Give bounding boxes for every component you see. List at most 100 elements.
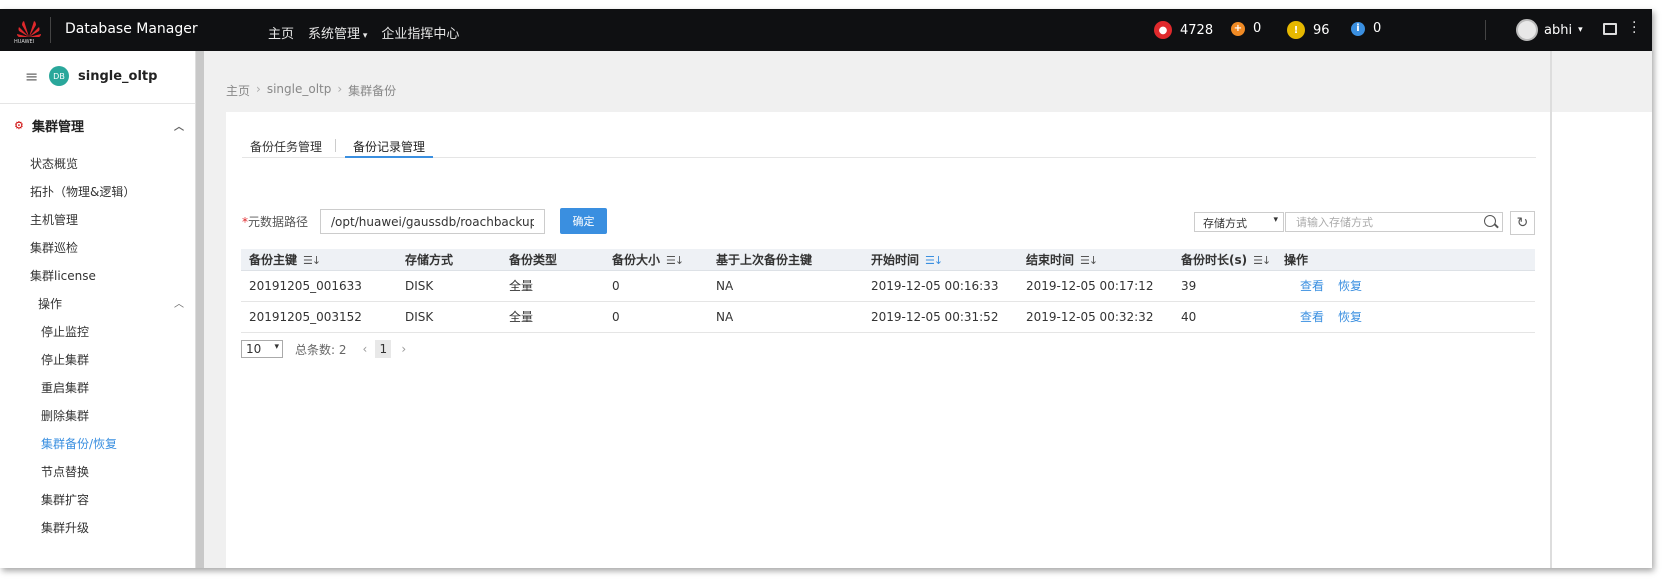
cell-duration: 40 [1181, 310, 1197, 324]
cell-backup-type: 全量 [509, 310, 534, 324]
cell-backup-size: 0 [612, 310, 620, 324]
sidebar-group-cluster-management[interactable]: ⚙ 集群管理 ︿ [14, 116, 184, 135]
sidebar-item-cluster-license[interactable]: 集群license [30, 267, 96, 284]
sort-icon[interactable]: ☰↓ [1253, 250, 1271, 272]
tab-backup-task-management[interactable]: 备份任务管理 [250, 138, 322, 155]
cell-backup-type: 全量 [509, 279, 534, 293]
cluster-icon: ⚙ [14, 119, 24, 132]
column-header-label: 结束时间 [1026, 253, 1075, 267]
cell-storage: DISK [405, 279, 434, 293]
restore-link[interactable]: 恢复 [1338, 310, 1362, 324]
breadcrumb-home[interactable]: 主页 [226, 82, 250, 99]
page-number[interactable]: 1 [375, 340, 392, 358]
top-bar: HUAWEI Database Manager 主页 系统管理 企业指挥中心 ●… [0, 9, 1652, 51]
view-link[interactable]: 查看 [1300, 310, 1324, 324]
storage-search-input[interactable] [1285, 212, 1503, 232]
metadata-path-label-text: 元数据路径 [248, 215, 309, 229]
menu-toggle-icon[interactable]: ≡ [25, 69, 38, 85]
major-alarm-count: 0 [1253, 21, 1262, 36]
sidebar-group-label: 集群管理 [32, 120, 85, 135]
storage-filter-select[interactable]: 存储方式 [1194, 212, 1284, 232]
column-header-actions: 操作 [1284, 253, 1309, 267]
tab-backup-record-management[interactable]: 备份记录管理 [344, 138, 434, 158]
critical-alarm-stat[interactable]: ● 4728 [1154, 21, 1213, 39]
monitor-icon[interactable] [1603, 23, 1617, 35]
top-nav: 主页 系统管理 企业指挥中心 [268, 23, 459, 42]
cell-start-time: 2019-12-05 00:31:52 [871, 310, 999, 324]
prev-page-icon[interactable]: ‹ [363, 342, 368, 356]
sidebar-item-restart-cluster[interactable]: 重启集群 [41, 379, 89, 396]
info-alarm-count: 0 [1373, 21, 1382, 36]
cell-backup-size: 0 [612, 279, 620, 293]
pagination: 10 总条数: 2 ‹ 1 › [241, 340, 406, 358]
search-icon[interactable] [1484, 215, 1496, 227]
more-menu-icon[interactable]: · · · [1632, 16, 1636, 40]
confirm-button[interactable]: 确定 [560, 208, 607, 234]
sort-icon[interactable]: ☰↓ [925, 250, 943, 272]
sidebar-ops-group[interactable]: 操作 ︿ [38, 295, 184, 312]
tab-bar: 备份任务管理 备份记录管理 [242, 112, 1536, 158]
cell-start-time: 2019-12-05 00:16:33 [871, 279, 999, 293]
cell-end-time: 2019-12-05 00:17:12 [1026, 279, 1154, 293]
nav-system-management[interactable]: 系统管理 [308, 23, 367, 42]
sidebar-item-cluster-expand[interactable]: 集群扩容 [41, 491, 89, 508]
table-header: 备份主键 ☰↓ 存储方式 备份类型 备份大小 ☰↓ 基于上次备份主键 开始时间 ☰↓ … [241, 249, 1535, 271]
column-header-backup-size[interactable]: 备份大小 ☰↓ [612, 249, 684, 272]
user-menu[interactable]: abhi ▾ [1516, 19, 1583, 41]
divider [1485, 20, 1486, 40]
breadcrumb-cluster[interactable]: single_oltp [267, 82, 332, 99]
next-page-icon[interactable]: › [401, 342, 406, 356]
tab-divider [335, 139, 336, 152]
sidebar-item-status-overview[interactable]: 状态概览 [30, 155, 78, 172]
sidebar-scrollbar[interactable] [196, 51, 204, 568]
critical-alarm-icon: ● [1154, 21, 1172, 39]
refresh-button[interactable]: ↻ [1510, 211, 1535, 235]
minor-alarm-stat[interactable]: ! 96 [1287, 21, 1330, 39]
sidebar-item-cluster-upgrade[interactable]: 集群升级 [41, 519, 89, 536]
cluster-name: single_oltp [78, 69, 158, 84]
sidebar-item-stop-monitor[interactable]: 停止监控 [41, 323, 89, 340]
nav-home[interactable]: 主页 [268, 23, 294, 42]
cell-parent-key: NA [716, 279, 734, 293]
column-header-end-time[interactable]: 结束时间 ☰↓ [1026, 249, 1098, 272]
sidebar-item-delete-cluster[interactable]: 删除集群 [41, 407, 89, 424]
sidebar-item-cluster-inspection[interactable]: 集群巡检 [30, 239, 78, 256]
backup-records-table: 备份主键 ☰↓ 存储方式 备份类型 备份大小 ☰↓ 基于上次备份主键 开始时间 ☰↓ … [241, 249, 1535, 333]
column-header-backup-key[interactable]: 备份主键 ☰↓ [249, 249, 321, 272]
metadata-path-input[interactable] [320, 209, 545, 234]
app-title: Database Manager [65, 21, 198, 37]
restore-link[interactable]: 恢复 [1338, 279, 1362, 293]
sort-icon[interactable]: ☰↓ [1080, 250, 1098, 272]
page-size-select[interactable]: 10 [241, 340, 283, 358]
column-header-duration[interactable]: 备份时长(s) ☰↓ [1181, 249, 1271, 272]
info-alarm-stat[interactable]: i 0 [1351, 21, 1381, 36]
sidebar-ops-label: 操作 [38, 297, 63, 311]
column-header-label: 备份主键 [249, 253, 298, 267]
column-header-start-time[interactable]: 开始时间 ☰↓ [871, 249, 943, 272]
sort-icon[interactable]: ☰↓ [303, 250, 321, 272]
content-panel: 备份任务管理 备份记录管理 *元数据路径 确定 存储方式 ↻ 备份主键 ☰↓ 存储… [226, 112, 1652, 568]
breadcrumb: 主页 › single_oltp › 集群备份 [226, 82, 396, 99]
column-header-storage: 存储方式 [405, 253, 454, 267]
sidebar-item-node-replace[interactable]: 节点替换 [41, 463, 89, 480]
table-row: 20191205_003152 DISK 全量 0 NA 2019-12-05 … [241, 302, 1535, 333]
cell-backup-key: 20191205_001633 [249, 279, 362, 293]
sidebar-item-stop-cluster[interactable]: 停止集群 [41, 351, 89, 368]
divider [50, 17, 51, 43]
table-row: 20191205_001633 DISK 全量 0 NA 2019-12-05 … [241, 271, 1535, 302]
content-scrollbar[interactable] [1550, 51, 1552, 568]
sidebar-item-host-management[interactable]: 主机管理 [30, 211, 78, 228]
column-header-backup-type: 备份类型 [509, 253, 558, 267]
sort-icon[interactable]: ☰↓ [666, 250, 684, 272]
cell-storage: DISK [405, 310, 434, 324]
sidebar-item-backup-restore[interactable]: 集群备份/恢复 [41, 435, 117, 452]
sidebar-item-topology[interactable]: 拓扑（物理&逻辑） [30, 183, 135, 200]
major-alarm-stat[interactable]: + 0 [1231, 21, 1261, 36]
breadcrumb-current: 集群备份 [348, 84, 397, 98]
cell-duration: 39 [1181, 279, 1197, 293]
info-alarm-icon: i [1351, 21, 1365, 36]
sidebar-header: ≡ DB single_oltp [0, 51, 195, 104]
view-link[interactable]: 查看 [1300, 279, 1324, 293]
nav-command-center[interactable]: 企业指挥中心 [381, 23, 459, 42]
critical-alarm-count: 4728 [1180, 22, 1214, 38]
